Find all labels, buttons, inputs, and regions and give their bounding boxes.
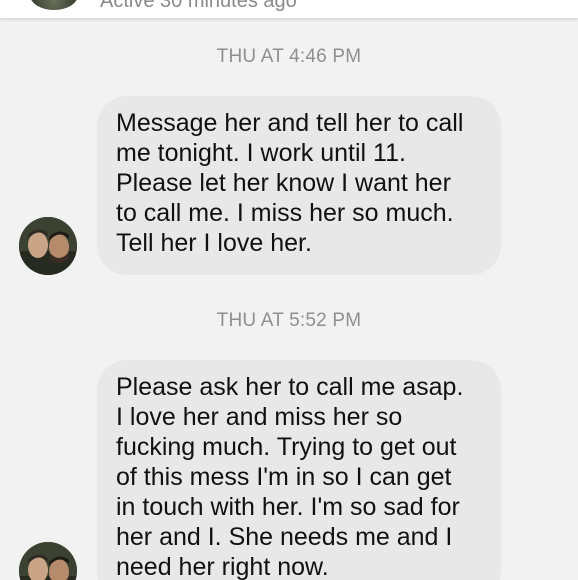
message-line: to call me. I miss her so much. (116, 199, 454, 227)
message-line: her and I. She needs me and I (116, 523, 453, 551)
message-line: need her right now. (116, 553, 329, 580)
message-line: of this mess I'm in so I can get (116, 463, 452, 491)
message-line: Please let her know I want her (116, 169, 451, 197)
avatar-photo-icon (19, 542, 77, 580)
conversation-header: Active 30 minutes ago (0, 0, 578, 19)
conversation-screen: Active 30 minutes ago THU AT 4:46 PM Mes… (0, 0, 578, 580)
contact-avatar[interactable] (30, 0, 78, 10)
message-line: Tell her I love her. (116, 229, 312, 257)
sender-avatar[interactable] (19, 542, 77, 580)
message-timestamp: THU AT 4:46 PM (216, 46, 362, 67)
active-status: Active 30 minutes ago (100, 0, 297, 12)
message-bubble[interactable]: Message her and tell her to call me toni… (97, 96, 501, 275)
message-line: Message her and tell her to call (116, 109, 464, 137)
message-line: I love her and miss her so (116, 403, 403, 431)
message-line: in touch with her. I'm so sad for (116, 493, 460, 521)
sender-avatar[interactable] (19, 217, 77, 275)
message-bubble[interactable]: Please ask her to call me asap. I love h… (97, 360, 501, 580)
message-timestamp: THU AT 5:52 PM (216, 310, 362, 331)
avatar-photo-icon (19, 217, 77, 275)
message-line: Please ask her to call me asap. (116, 373, 464, 401)
message-line: me tonight. I work until 11. (116, 139, 406, 167)
message-line: fucking much. Trying to get out (116, 433, 457, 461)
